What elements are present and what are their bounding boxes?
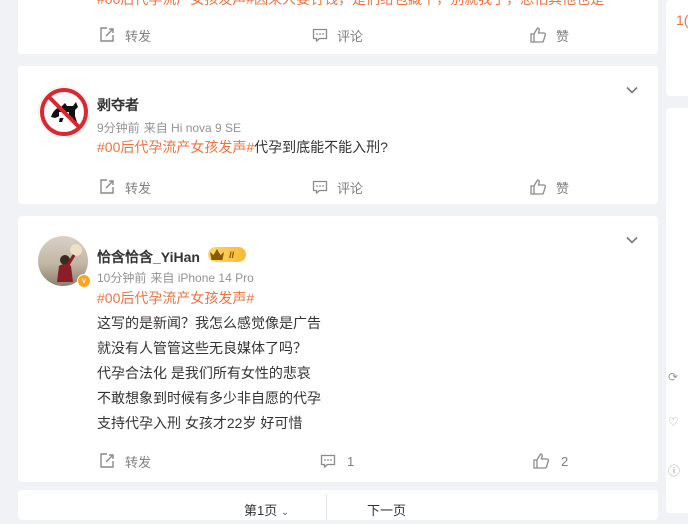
post-text: #00后代孕流产女孩发声#因来人要钉钱，是们给包藏下，别就我于，恐怕其他也是 [97,0,617,8]
post-card: v 恰含恰含_YiHan II 10分钟前 来自 iPhone 14 Pro #0… [18,216,658,482]
repost-button[interactable]: 转发 [98,23,151,47]
like-icon [530,27,547,43]
repost-icon [100,27,114,42]
username[interactable]: 恰含恰含_YiHan [97,247,200,267]
post-source: 来自 iPhone 14 Pro [150,271,254,285]
right-sidebar-panel: ⟳ ♡ ⓘ [666,108,688,513]
comment-icon [320,454,336,469]
repost-icon [100,453,114,468]
repost-label: 转发 [125,454,152,470]
chevron-down-icon[interactable] [624,82,640,98]
repost-button[interactable]: 转发 [98,449,151,473]
comment-icon [312,28,328,43]
post-card: #00后代孕流产女孩发声#因来人要钉钱，是们给包藏下，别就我于，恐怕其他也是 转… [18,0,658,54]
username[interactable]: 剥夺者 [97,95,139,115]
next-page-button[interactable]: 下一页 [367,500,406,524]
post-line: 不敢想象到时候有多少非自愿的代孕 [97,390,321,406]
sidebar-refresh-icon[interactable]: ⟳ [668,370,678,384]
post-hashtag-line: #00后代孕流产女孩发声# [97,289,254,307]
like-icon [530,179,547,195]
crown-badge-icon[interactable]: II [208,247,246,262]
hashtag-link[interactable]: #00后代孕流产女孩发声# [97,290,254,306]
post-body: 代孕到底能不能入刑? [254,139,388,155]
page-select[interactable]: 第1页 ⌄ [244,500,289,524]
post-time[interactable]: 10分钟前 [97,271,146,285]
comment-button[interactable]: 1 [320,449,354,473]
post-source: 来自 Hi nova 9 SE [143,121,242,135]
pager-divider [326,494,327,520]
badge-level: II [229,249,235,260]
like-button[interactable]: 2 [532,449,568,473]
right-sidebar-top: 1( [666,0,688,96]
post-meta: 10分钟前 来自 iPhone 14 Pro [97,269,254,286]
comment-button[interactable]: 评论 [312,23,363,47]
post-text: #00后代孕流产女孩发声#代孕到底能不能入刑? [97,138,388,156]
post-line: 支持代孕入刑 女孩才22岁 好可惜 [97,415,303,431]
post-time[interactable]: 9分钟前 [97,121,140,135]
like-count: 2 [561,453,569,469]
page-label: 第1页 [244,503,278,518]
like-label: 赞 [556,180,570,196]
comment-label: 评论 [337,28,364,44]
comment-button[interactable]: 评论 [312,175,363,199]
comment-icon [312,180,328,195]
pager [18,490,658,520]
like-button[interactable]: 赞 [529,23,569,47]
comment-label: 评论 [337,180,364,196]
next-page-label: 下一页 [367,503,407,518]
verified-badge: v [77,274,91,288]
repost-button[interactable]: 转发 [98,175,151,199]
post-line: 代孕合法化 是我们所有女性的悲哀 [97,365,311,381]
comment-count: 1 [347,453,355,469]
post-line: 这写的是新闻？我怎么感觉像是广告 [97,315,321,331]
repost-label: 转发 [125,180,152,196]
sidebar-heart-icon[interactable]: ♡ [668,415,679,429]
like-label: 赞 [556,28,570,44]
post-line: 就没有人管管这些无良媒体了吗？ [97,340,307,356]
post-card: 剥夺者 9分钟前 来自 Hi nova 9 SE #00后代孕流产女孩发声#代孕到… [18,66,658,204]
repost-icon [100,179,114,194]
sidebar-number: 1( [676,12,688,28]
like-icon [533,453,550,469]
like-button[interactable]: 赞 [529,175,569,199]
hashtag-link[interactable]: #00后代孕流产女孩发声# [97,139,254,155]
sidebar-info-icon[interactable]: ⓘ [668,462,680,479]
repost-label: 转发 [125,28,152,44]
avatar[interactable] [38,86,90,138]
no-dog-sign-icon [40,88,88,136]
post-meta: 9分钟前 来自 Hi nova 9 SE [97,119,241,136]
chevron-down-icon[interactable] [624,232,640,248]
